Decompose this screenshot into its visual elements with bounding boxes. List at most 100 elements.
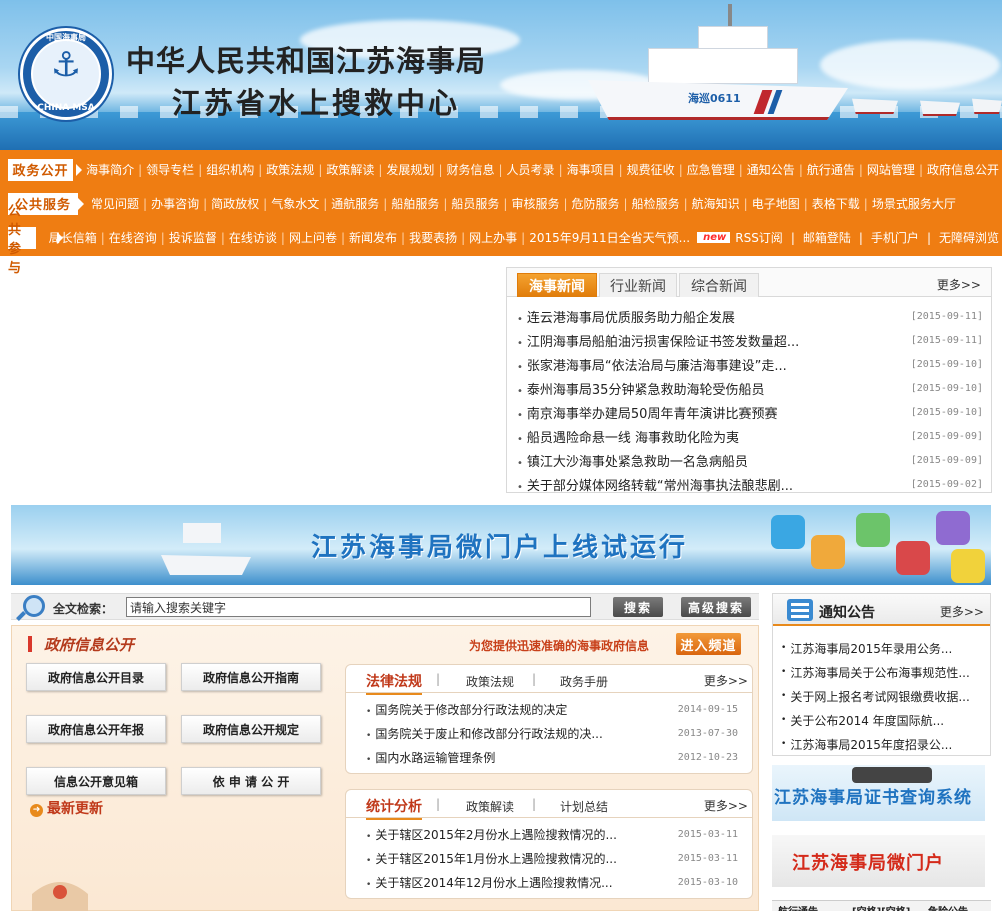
law-item[interactable]: 国务院关于废止和修改部分行政法规的决... 2013-07-30 bbox=[366, 721, 738, 745]
tab-industry-news[interactable]: 行业新闻 bbox=[599, 273, 677, 297]
item-title[interactable]: 连云港海事局优质服务助力船企发展 bbox=[517, 307, 735, 326]
notice-item[interactable]: 江苏海事局2015年度招录公... bbox=[781, 732, 985, 756]
nav-link[interactable]: 网站管理 bbox=[864, 161, 918, 178]
gov-info-feedback-button[interactable]: 信息公开意见箱 bbox=[26, 767, 166, 795]
search-input[interactable] bbox=[126, 597, 591, 617]
msa-logo[interactable]: 中国海事局 ⚓ CHINA MSA bbox=[20, 28, 112, 120]
weather-link[interactable]: 2015年9月11日全省天气预... bbox=[526, 229, 693, 246]
item-title[interactable]: 关于辖区2015年1月份水上遇险搜救情况的... bbox=[366, 850, 617, 867]
mail-login-link[interactable]: 邮箱登陆 bbox=[800, 229, 854, 246]
nav-link[interactable]: 在线访谈 bbox=[226, 229, 280, 246]
nav-link[interactable]: 政策法规 bbox=[263, 161, 317, 178]
nav-link[interactable]: 领导专栏 bbox=[143, 161, 197, 178]
news-item[interactable]: 船员遇险命悬一线 海事救助化险为夷 [2015-09-09] bbox=[517, 424, 983, 448]
gov-info-catalog-button[interactable]: 政府信息公开目录 bbox=[26, 663, 166, 691]
news-item[interactable]: 南京海事举办建局50周年青年演讲比赛预赛 [2015-09-10] bbox=[517, 400, 983, 424]
nav-link[interactable]: 气象水文 bbox=[268, 195, 322, 212]
nav-link[interactable]: 简政放权 bbox=[208, 195, 262, 212]
enter-channel-button[interactable]: 进入频道 bbox=[676, 633, 741, 655]
nav-link[interactable]: 办事咨询 bbox=[148, 195, 202, 212]
tab-general-news[interactable]: 综合新闻 bbox=[679, 273, 759, 297]
news-item[interactable]: 关于部分媒体网络转载“常州海事执法酿悲剧... [2015-09-02] bbox=[517, 472, 983, 496]
notice-item[interactable]: 江苏海事局2015年录用公务... bbox=[781, 636, 985, 660]
nav-link[interactable]: 危防服务 bbox=[569, 195, 623, 212]
nav-link[interactable]: 局长信箱 bbox=[46, 229, 100, 246]
notice-item[interactable]: 关于公布2014 年度国际航... bbox=[781, 708, 985, 732]
tab-blank[interactable]: [空格][空格] bbox=[852, 903, 910, 911]
tab-plan-summary[interactable]: 计划总结 bbox=[560, 798, 608, 815]
stats-item[interactable]: 关于辖区2015年2月份水上遇险搜救情况的... 2015-03-11 bbox=[366, 822, 738, 846]
mobile-portal-link[interactable]: 手机门户 bbox=[868, 229, 922, 246]
notice-item[interactable]: 关于网上报名考试网银缴费收据... bbox=[781, 684, 985, 708]
news-item[interactable]: 镇江大沙海事处紧急救助一名急病船员 [2015-09-09] bbox=[517, 448, 983, 472]
item-title[interactable]: 江阴海事局船舶油污损害保险证书签发数量超... bbox=[517, 331, 799, 350]
tab-laws[interactable]: 法律法规 bbox=[366, 671, 422, 695]
item-title[interactable]: 船员遇险命悬一线 海事救助化险为夷 bbox=[517, 427, 739, 446]
item-title[interactable]: 国内水路运输管理条例 bbox=[366, 749, 495, 766]
item-title[interactable]: 国务院关于废止和修改部分行政法规的决... bbox=[366, 725, 602, 742]
item-title[interactable]: 关于辖区2015年2月份水上遇险搜救情况的... bbox=[366, 826, 617, 843]
notice-more-link[interactable]: 更多>> bbox=[940, 603, 984, 620]
news-more-link[interactable]: 更多>> bbox=[937, 276, 981, 293]
item-title[interactable]: 国务院关于修改部分行政法规的决定 bbox=[366, 701, 567, 718]
latest-updates-heading[interactable]: 最新更新 bbox=[30, 798, 103, 818]
gov-info-regulations-button[interactable]: 政府信息公开规定 bbox=[181, 715, 321, 743]
nav-link[interactable]: 通航服务 bbox=[328, 195, 382, 212]
advanced-search-button[interactable]: 高级搜索 bbox=[681, 597, 751, 617]
nav-link[interactable]: 新闻发布 bbox=[346, 229, 400, 246]
nav-link[interactable]: 组织机构 bbox=[203, 161, 257, 178]
item-title[interactable]: 泰州海事局35分钟紧急救助海轮受伤船员 bbox=[517, 379, 765, 398]
news-item[interactable]: 泰州海事局35分钟紧急救助海轮受伤船员 [2015-09-10] bbox=[517, 376, 983, 400]
nav-link[interactable]: 网上办事 bbox=[466, 229, 520, 246]
item-title[interactable]: 镇江大沙海事处紧急救助一名急病船员 bbox=[517, 451, 748, 470]
nav-link[interactable]: 网上问卷 bbox=[286, 229, 340, 246]
tab-nav-notice[interactable]: 航行通告 bbox=[778, 903, 818, 911]
news-item[interactable]: 江阴海事局船舶油污损害保险证书签发数量超... [2015-09-11] bbox=[517, 328, 983, 352]
nav-link[interactable]: 规费征收 bbox=[624, 161, 678, 178]
item-title[interactable]: 张家港海事局“依法治局与廉洁海事建设”走... bbox=[517, 355, 787, 374]
nav-link[interactable]: 电子地图 bbox=[749, 195, 803, 212]
nav-link[interactable]: 航行通告 bbox=[804, 161, 858, 178]
rss-link[interactable]: RSS订阅 bbox=[732, 229, 786, 246]
item-title[interactable]: 南京海事举办建局50周年青年演讲比赛预赛 bbox=[517, 403, 778, 422]
law-item[interactable]: 国内水路运输管理条例 2012-10-23 bbox=[366, 745, 738, 769]
micro-portal-banner[interactable]: 江苏海事局微门户上线试运行 bbox=[11, 505, 991, 585]
accessibility-link[interactable]: 无障碍浏览 bbox=[936, 229, 1002, 246]
news-item[interactable]: 连云港海事局优质服务助力船企发展 [2015-09-11] bbox=[517, 304, 983, 328]
tab-statistics[interactable]: 统计分析 bbox=[366, 796, 422, 820]
search-button[interactable]: 搜索 bbox=[613, 597, 663, 617]
nav-link[interactable]: 人员考录 bbox=[504, 161, 558, 178]
nav-link[interactable]: 财务信息 bbox=[443, 161, 497, 178]
nav-link[interactable]: 场景式服务大厅 bbox=[869, 195, 959, 212]
news-item[interactable]: 张家港海事局“依法治局与廉洁海事建设”走... [2015-09-10] bbox=[517, 352, 983, 376]
nav-link[interactable]: 通知公告 bbox=[744, 161, 798, 178]
nav-link[interactable]: 投诉监督 bbox=[166, 229, 220, 246]
tab-danger-notice[interactable]: 危险公告 bbox=[928, 903, 968, 911]
tab-policies[interactable]: 政策法规 bbox=[466, 673, 514, 690]
gov-info-annual-report-button[interactable]: 政府信息公开年报 bbox=[26, 715, 166, 743]
item-title[interactable]: 关于辖区2014年12月份水上遇险搜救情况... bbox=[366, 874, 612, 891]
item-title[interactable]: 关于部分媒体网络转载“常州海事执法酿悲剧... bbox=[517, 475, 793, 494]
tab-policy-interpretation[interactable]: 政策解读 bbox=[466, 798, 514, 815]
notice-item[interactable]: 江苏海事局关于公布海事规范性... bbox=[781, 660, 985, 684]
stats-item[interactable]: 关于辖区2014年12月份水上遇险搜救情况... 2015-03-10 bbox=[366, 870, 738, 894]
nav-link[interactable]: 我要表扬 bbox=[406, 229, 460, 246]
nav-link[interactable]: 航海知识 bbox=[689, 195, 743, 212]
cert-query-banner[interactable]: 江苏海事局证书查询系统 bbox=[772, 765, 985, 821]
tab-maritime-news[interactable]: 海事新闻 bbox=[517, 273, 597, 297]
nav-link[interactable]: 船检服务 bbox=[629, 195, 683, 212]
nav-link[interactable]: 应急管理 bbox=[684, 161, 738, 178]
tab-handbook[interactable]: 政务手册 bbox=[560, 673, 608, 690]
nav-link[interactable]: 政府信息公开 bbox=[924, 161, 1002, 178]
micro-portal-side-banner[interactable]: 江苏海事局微门户 bbox=[772, 835, 985, 887]
nav-link[interactable]: 常见问题 bbox=[88, 195, 142, 212]
law-item[interactable]: 国务院关于修改部分行政法规的决定 2014-09-15 bbox=[366, 697, 738, 721]
apply-disclosure-button[interactable]: 依 申 请 公 开 bbox=[181, 767, 321, 795]
stats-item[interactable]: 关于辖区2015年1月份水上遇险搜救情况的... 2015-03-11 bbox=[366, 846, 738, 870]
nav-link[interactable]: 审核服务 bbox=[508, 195, 562, 212]
nav-link[interactable]: 政策解读 bbox=[323, 161, 377, 178]
nav-link[interactable]: 表格下载 bbox=[809, 195, 863, 212]
nav-link[interactable]: 海事简介 bbox=[83, 161, 137, 178]
stats-more-link[interactable]: 更多>> bbox=[704, 797, 748, 814]
nav-link[interactable]: 在线咨询 bbox=[106, 229, 160, 246]
